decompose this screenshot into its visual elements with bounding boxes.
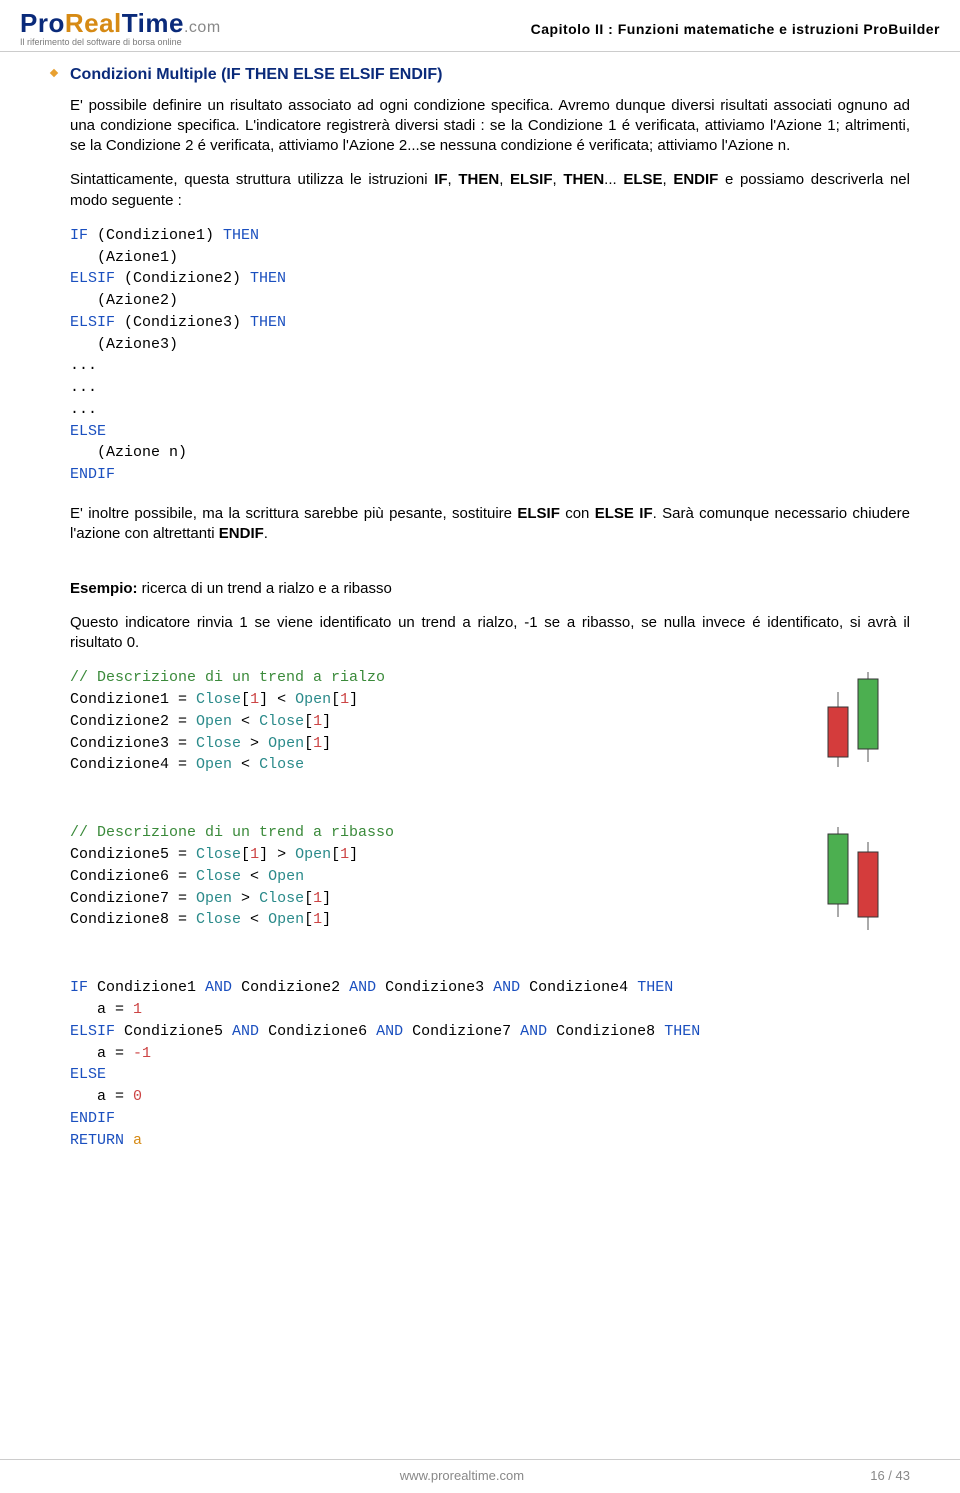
candles-uptrend: [820, 667, 890, 788]
logo-real: Real: [65, 8, 122, 38]
code-block-3: // Descrizione di un trend a ribasso Con…: [70, 822, 910, 931]
page-footer: www.prorealtime.com 16 / 43: [0, 1459, 960, 1483]
logo-com: .com: [184, 19, 221, 36]
page-content: Condizioni Multiple (IF THEN ELSE ELSIF …: [0, 52, 960, 1199]
footer-page: 16 / 43: [870, 1468, 910, 1483]
example-downtrend: // Descrizione di un trend a ribasso Con…: [70, 822, 910, 931]
chapter-title: Capitolo II : Funzioni matematiche e ist…: [531, 21, 940, 37]
footer-url: www.prorealtime.com: [54, 1468, 871, 1483]
code-block-2: // Descrizione di un trend a rialzo Cond…: [70, 667, 910, 776]
para-3: E' inoltre possibile, ma la scrittura sa…: [70, 504, 910, 545]
code-block-4: IF Condizione1 AND Condizione2 AND Condi…: [70, 977, 910, 1151]
logo: ProRealTime.com Il riferimento del softw…: [20, 10, 221, 47]
logo-tagline: Il riferimento del software di borsa onl…: [20, 38, 221, 47]
code-block-1: IF (Condizione1) THEN (Azione1) ELSIF (C…: [70, 225, 910, 486]
para-4: Questo indicatore rinvia 1 se viene iden…: [70, 613, 910, 654]
page-header: ProRealTime.com Il riferimento del softw…: [0, 0, 960, 52]
logo-time: Time: [122, 8, 184, 38]
para-2: Sintatticamente, questa struttura utiliz…: [70, 170, 910, 211]
para-1: E' possibile definire un risultato assoc…: [70, 96, 910, 157]
section-title-text: Condizioni Multiple (IF THEN ELSE ELSIF …: [70, 66, 442, 83]
bullet-icon: [48, 67, 60, 79]
logo-text: ProRealTime.com: [20, 10, 221, 36]
candles-downtrend: [820, 822, 890, 943]
example-heading: Esempio: ricerca di un trend a rialzo e …: [70, 579, 910, 599]
section-title: Condizioni Multiple (IF THEN ELSE ELSIF …: [70, 64, 910, 86]
example-uptrend: // Descrizione di un trend a rialzo Cond…: [70, 667, 910, 776]
logo-pro: Pro: [20, 8, 65, 38]
